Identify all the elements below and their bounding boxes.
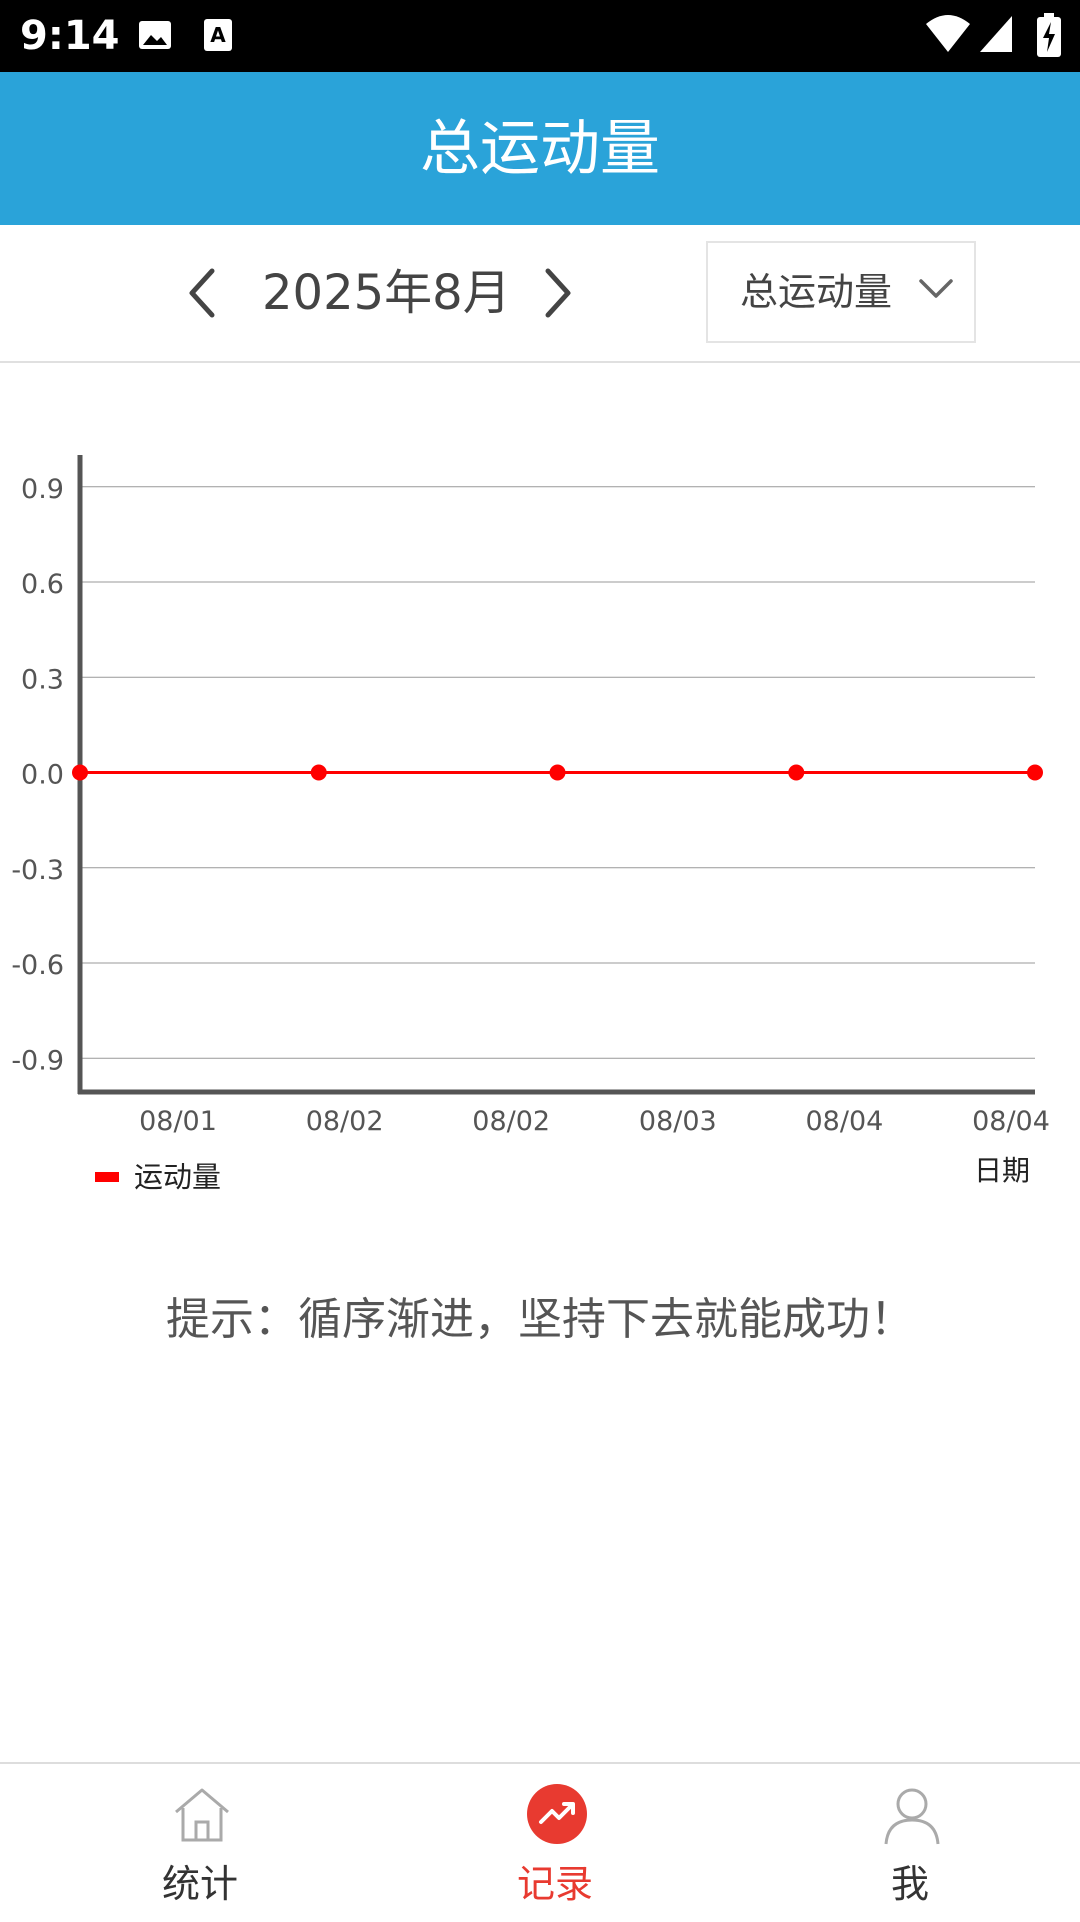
data-point xyxy=(72,764,88,781)
nav-label-records: 记录 xyxy=(516,1862,593,1906)
status-bar: 9:14 A xyxy=(0,0,1080,72)
legend-swatch xyxy=(95,1172,119,1182)
a-text-notification-icon: A xyxy=(204,19,232,51)
x-tick-label: 08/04 xyxy=(805,1106,883,1137)
line-chart: 0.9 0.6 0.3 0.0 -0.3 -0.6 -0.9 08/01 08/02 08/02 0… xyxy=(11,455,1050,1194)
data-point xyxy=(1027,764,1043,781)
y-tick-label: -0.3 xyxy=(11,855,64,886)
chevron-down-icon xyxy=(919,279,953,298)
chevron-right-icon[interactable] xyxy=(532,263,582,323)
nav-label-stats: 统计 xyxy=(161,1862,238,1906)
data-point xyxy=(788,764,805,781)
x-tick-label: 08/02 xyxy=(472,1106,550,1137)
y-tick-label: -0.6 xyxy=(11,950,64,981)
metric-dropdown[interactable]: 总运动量 xyxy=(706,241,976,343)
status-time: 9:14 xyxy=(20,13,120,59)
data-point xyxy=(549,764,566,781)
chevron-left-icon[interactable] xyxy=(178,263,228,323)
x-axis-label: 日期 xyxy=(974,1154,1030,1187)
x-tick-label: 08/03 xyxy=(639,1106,717,1137)
home-icon xyxy=(175,1788,229,1842)
y-tick-label: 0.6 xyxy=(21,569,64,600)
nav-item-stats[interactable]: 统计 xyxy=(20,1764,380,1922)
wifi-icon xyxy=(926,15,970,52)
metric-dropdown-label: 总运动量 xyxy=(740,270,893,314)
hint-text: 提示：循序渐进，坚持下去就能成功！ xyxy=(166,1294,914,1345)
nav-label-me: 我 xyxy=(890,1862,929,1906)
signal-icon xyxy=(980,16,1012,52)
page-title: 总运动量 xyxy=(420,114,660,184)
user-icon xyxy=(884,1788,940,1845)
trend-up-icon xyxy=(527,1784,587,1844)
legend-label: 运动量 xyxy=(134,1160,221,1194)
y-tick-label: -0.9 xyxy=(11,1045,64,1076)
y-tick-label: 0.9 xyxy=(21,474,64,505)
x-tick-label: 08/02 xyxy=(306,1106,384,1137)
y-tick-label: 0.0 xyxy=(21,760,64,791)
image-notification-icon xyxy=(139,21,171,49)
date-toolbar: 2025年8月 总运动量 xyxy=(0,225,1080,363)
app-header: 总运动量 xyxy=(0,72,1080,225)
chart-area: 0.9 0.6 0.3 0.0 -0.3 -0.6 -0.9 08/01 08/02 08/02 0… xyxy=(0,440,1080,1210)
y-tick-label: 0.3 xyxy=(21,664,64,695)
nav-item-records[interactable]: 记录 xyxy=(375,1764,735,1922)
battery-charging-icon xyxy=(1037,13,1061,57)
x-tick-label: 08/01 xyxy=(139,1106,217,1137)
bottom-nav: 统计 记录 我 xyxy=(0,1762,1080,1922)
month-label: 2025年8月 xyxy=(262,265,511,321)
data-point xyxy=(310,764,327,781)
x-tick-label: 08/04 xyxy=(972,1106,1050,1137)
svg-text:A: A xyxy=(210,23,226,47)
nav-item-me[interactable]: 我 xyxy=(730,1764,1080,1922)
